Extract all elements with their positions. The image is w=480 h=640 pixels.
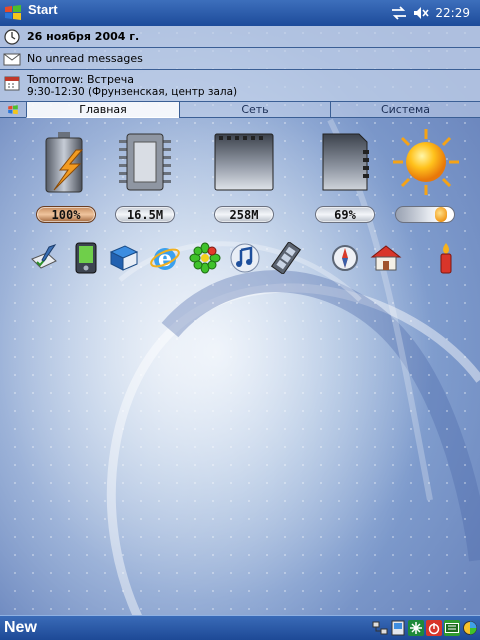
system-tray [372,620,478,636]
sun-icon [393,129,459,195]
sd-card-icon [322,133,369,191]
window-title: Start [28,1,58,17]
tab-network[interactable]: Сеть [179,102,330,118]
color-wheel-icon[interactable] [462,620,478,636]
sync-arrows-icon[interactable] [391,6,407,20]
reader-app[interactable] [108,240,140,276]
app-launcher: e [0,240,480,280]
today-date: 26 ноября 2004 г. [27,30,140,43]
power-icon[interactable] [426,620,442,636]
tab-system[interactable]: Система [330,102,480,118]
status-widgets: 100% 16.5M 258M 69% [0,126,480,236]
memory-value: 16.5M [115,206,175,223]
battery-charging-icon [45,132,84,193]
messages-status: No unread messages [27,52,143,65]
pda-app[interactable] [70,240,102,276]
tab-main[interactable]: Главная [26,102,179,118]
appointment-row[interactable]: Tomorrow: Встреча 9:30-12:30 (Фрунзенска… [0,70,480,102]
appointment-title: Tomorrow: Встреча [27,73,134,86]
keyboard-icon[interactable] [444,620,460,636]
tasks-app[interactable] [28,240,60,276]
candle-icon [440,243,452,274]
battery-value: 100% [36,206,96,223]
video-app[interactable] [270,240,302,276]
envelope-icon [3,53,21,65]
sd-card-widget[interactable]: 69% [305,126,385,223]
new-button[interactable]: New [0,619,37,637]
media-player-app[interactable] [229,240,261,276]
home-icon [370,245,402,271]
menu-bar: New [0,615,480,640]
navigation-app[interactable] [329,240,361,276]
today-date-row[interactable]: 26 ноября 2004 г. [0,26,480,48]
brightness-slider[interactable] [395,206,455,223]
sd-card-value: 69% [315,206,375,223]
speaker-muted-icon[interactable] [413,6,430,20]
messages-row[interactable]: No unread messages [0,48,480,70]
battery-widget[interactable]: 100% [26,126,106,223]
clock-icon [4,28,20,45]
storage-widget[interactable]: 258M [204,126,284,223]
appointment-detail: 9:30-12:30 (Фрунзенская, центр зала) [27,86,238,98]
snowflake-icon[interactable] [408,620,424,636]
memory-chip-icon [119,133,171,191]
candle-app[interactable] [430,240,462,276]
windows-flag-icon [5,5,21,20]
icq-flower-icon [189,242,221,274]
network-icon[interactable] [372,620,388,636]
title-bar: Start 22:29 [0,0,480,26]
today-panel: 26 ноября 2004 г. No unread messages Tom… [0,26,480,102]
pda-device-icon [75,242,97,274]
tasks-pen-icon [31,244,57,269]
film-strip-icon [270,242,302,274]
memory-widget[interactable]: 16.5M [105,126,185,223]
calendar-icon [4,76,20,91]
windows-flag-icon [8,105,18,115]
pda-sync-icon[interactable] [390,620,406,636]
brightness-knob[interactable] [435,207,447,222]
book-icon [109,245,139,271]
storage-value: 258M [214,206,274,223]
internet-explorer-icon: e [150,246,180,272]
brightness-widget[interactable] [386,126,466,198]
icq-app[interactable] [189,240,221,276]
clock[interactable]: 22:29 [435,6,470,20]
storage-card-icon [214,133,274,191]
tab-bar-logo [0,102,26,118]
media-player-icon [230,243,260,273]
start-button[interactable] [0,0,26,26]
home-app[interactable] [370,240,402,276]
tab-bar: Главная Сеть Система [0,102,480,118]
browser-app[interactable]: e [149,240,181,276]
compass-icon [332,245,358,271]
